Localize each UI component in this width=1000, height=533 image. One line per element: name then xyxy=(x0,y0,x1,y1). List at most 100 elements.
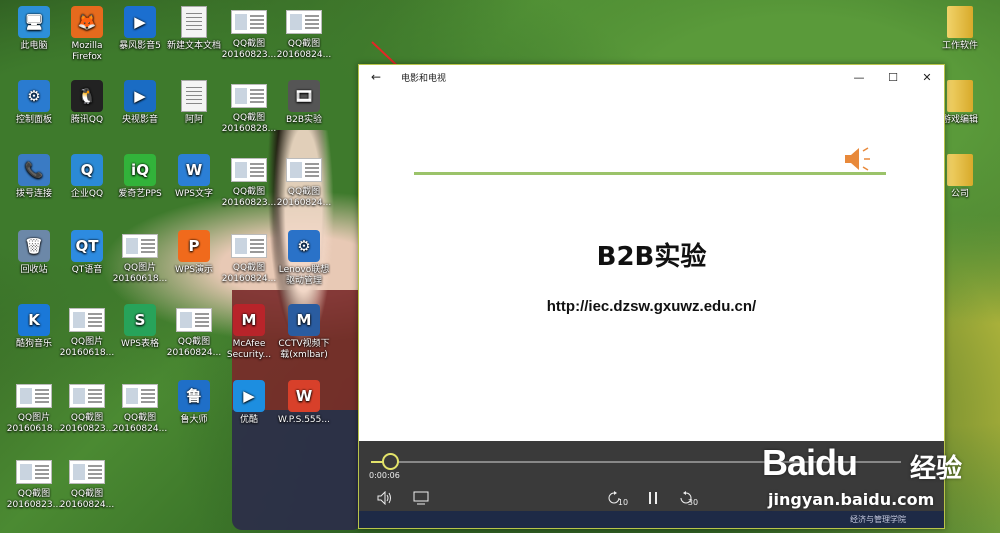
app-icon: 🦊 xyxy=(71,6,103,38)
desktop-icon[interactable]: ▶ 央视影音 xyxy=(112,80,168,126)
image-thumbnail-icon xyxy=(122,384,158,408)
desktop-icon[interactable]: iQ 爱奇艺PPS xyxy=(112,154,168,200)
captions-button[interactable] xyxy=(409,489,433,507)
forward-30-button[interactable]: 30 xyxy=(675,489,701,507)
app-icon: ▶ xyxy=(124,80,156,112)
pause-button[interactable] xyxy=(642,489,664,507)
minimize-button[interactable]: — xyxy=(842,65,876,89)
desktop-icon-label: QQ截图 20160828... xyxy=(221,113,277,134)
desktop-icon[interactable]: 🐧 腾讯QQ xyxy=(59,80,115,126)
image-thumbnail-icon xyxy=(69,460,105,484)
desktop-icon[interactable]: W W.P.S.555... xyxy=(276,380,332,426)
desktop-icon[interactable]: ▶ 暴风影音5 xyxy=(112,6,168,52)
desktop-icon[interactable]: 📞 拨号连接 xyxy=(6,154,62,200)
desktop-icon[interactable]: QQ截图 20160824... xyxy=(112,380,168,435)
desktop-icon-label: McAfee Security... xyxy=(226,339,272,360)
desktop-icon[interactable]: 🗑 回收站 xyxy=(6,230,62,276)
desktop-icon-label: CCTV视频下载(xmlbar) xyxy=(278,339,330,360)
desktop-icon-label: QQ截图 20160823... xyxy=(221,39,277,60)
desktop-icon[interactable]: K 酷狗音乐 xyxy=(6,304,62,350)
window-title: 电影和电视 xyxy=(401,73,447,84)
image-thumbnail-icon xyxy=(176,308,212,332)
volume-button[interactable] xyxy=(373,489,397,507)
desktop-icon[interactable]: M McAfee Security... xyxy=(221,304,277,361)
desktop-icon[interactable]: W WPS文字 xyxy=(166,154,222,200)
desktop-icon-label: 阿阿 xyxy=(184,115,203,125)
watermark-brand-text: Bai xyxy=(762,442,816,483)
desktop-icon-label: QQ图片 20160618... xyxy=(59,337,115,358)
desktop-icon[interactable]: QQ截图 20160824... xyxy=(59,456,115,511)
desktop-icon[interactable]: Q 企业QQ xyxy=(59,154,115,200)
app-icon: K xyxy=(18,304,50,336)
desktop-icon[interactable]: 🦊 Mozilla Firefox xyxy=(59,6,115,63)
desktop-icon[interactable]: 阿阿 xyxy=(166,80,222,126)
desktop-icon-label: 此电脑 xyxy=(20,41,48,51)
app-icon: W xyxy=(288,380,320,412)
desktop-icon-label: 暴风影音5 xyxy=(119,41,161,51)
image-thumbnail-icon xyxy=(231,10,267,34)
desktop-icon[interactable]: QQ图片 20160618... xyxy=(6,380,62,435)
slide-url: http://iec.dzsw.gxuwz.edu.cn/ xyxy=(546,298,757,315)
desktop-icon-label: 腾讯QQ xyxy=(70,115,104,125)
desktop-icon[interactable]: QQ截图 20160824... xyxy=(166,304,222,359)
watermark-brand-suffix: du xyxy=(815,442,858,483)
rewind-10-button[interactable]: 10 xyxy=(605,489,631,507)
document-icon xyxy=(181,80,207,112)
captions-icon xyxy=(413,491,429,505)
desktop-icon[interactable]: 🖥 此电脑 xyxy=(6,6,62,52)
desktop-icon-label: QQ图片 20160618... xyxy=(6,413,62,434)
desktop-icon[interactable]: ⚙ 控制面板 xyxy=(6,80,62,126)
desktop-icon[interactable]: 鲁鲁大师 xyxy=(166,380,222,426)
desktop-icon[interactable]: ⚙ Lenovo联想驱动管理 xyxy=(276,230,332,287)
folder-icon xyxy=(947,154,973,186)
desktop-icon-label: QQ截图 20160823... xyxy=(6,489,62,510)
close-button[interactable]: ✕ xyxy=(910,65,944,89)
desktop-icon-label: QQ图片 20160618... xyxy=(112,263,168,284)
desktop-icon-label: WPS文字 xyxy=(174,189,214,199)
desktop-icon[interactable]: 🎞 B2B实验 xyxy=(276,80,332,126)
video-frame[interactable]: B2B实验 http://iec.dzsw.gxuwz.edu.cn/ xyxy=(359,89,944,441)
app-icon: 🎞 xyxy=(288,80,320,112)
watermark-brand: Baidu xyxy=(762,442,858,484)
desktop-icon[interactable]: QQ截图 20160824... xyxy=(276,154,332,209)
folder-icon xyxy=(947,6,973,38)
desktop-icon-label: 控制面板 xyxy=(15,115,52,125)
desktop-icon-label: 优酷 xyxy=(239,415,258,425)
back-button[interactable]: ← xyxy=(359,65,393,89)
app-icon: ⚙ xyxy=(288,230,320,262)
desktop-icon[interactable]: QQ截图 20160824... xyxy=(276,6,332,61)
desktop-icon[interactable]: ▶ 优酷 xyxy=(221,380,277,426)
maximize-button[interactable]: ☐ xyxy=(876,65,910,89)
maximize-icon: ☐ xyxy=(888,70,898,84)
desktop-icon-label: 拨号连接 xyxy=(15,189,52,199)
desktop-icon-label: QQ截图 20160824... xyxy=(276,187,332,208)
desktop-icon[interactable]: QQ图片 20160618... xyxy=(59,304,115,359)
seek-thumb[interactable] xyxy=(382,453,399,470)
desktop-icon-label: QQ截图 20160824... xyxy=(221,263,277,284)
desktop-icon[interactable]: 工作软件 xyxy=(932,6,988,52)
pause-icon xyxy=(649,492,657,504)
desktop-icon[interactable]: QQ截图 20160823... xyxy=(221,154,277,209)
desktop-icon[interactable]: P WPS演示 xyxy=(166,230,222,276)
desktop-icon[interactable]: QQ截图 20160823... xyxy=(6,456,62,511)
desktop-icon-label: QQ截图 20160824... xyxy=(112,413,168,434)
desktop-icon[interactable]: QQ截图 20160828... xyxy=(221,80,277,135)
desktop-icon[interactable]: QQ截图 20160823... xyxy=(221,6,277,61)
desktop-icon[interactable]: QT QT语音 xyxy=(59,230,115,276)
desktop-icon[interactable]: QQ截图 20160823... xyxy=(59,380,115,435)
desktop-icon[interactable]: 新建文本文档 xyxy=(166,6,222,52)
forward-seconds: 30 xyxy=(687,497,699,507)
minimize-icon: — xyxy=(853,70,865,84)
image-thumbnail-icon xyxy=(286,10,322,34)
app-icon: 🖥 xyxy=(18,6,50,38)
desktop-icon[interactable]: QQ截图 20160824... xyxy=(221,230,277,285)
slide-title: B2B实验 xyxy=(596,242,707,272)
desktop-icon-label: 工作软件 xyxy=(941,41,978,51)
desktop-icon[interactable]: S WPS表格 xyxy=(112,304,168,350)
app-icon: ▶ xyxy=(233,380,265,412)
desktop-icon[interactable]: M CCTV视频下载(xmlbar) xyxy=(276,304,332,361)
app-icon: M xyxy=(288,304,320,336)
desktop-icon[interactable]: QQ图片 20160618... xyxy=(112,230,168,285)
app-icon: 🐧 xyxy=(71,80,103,112)
volume-icon xyxy=(377,491,391,505)
